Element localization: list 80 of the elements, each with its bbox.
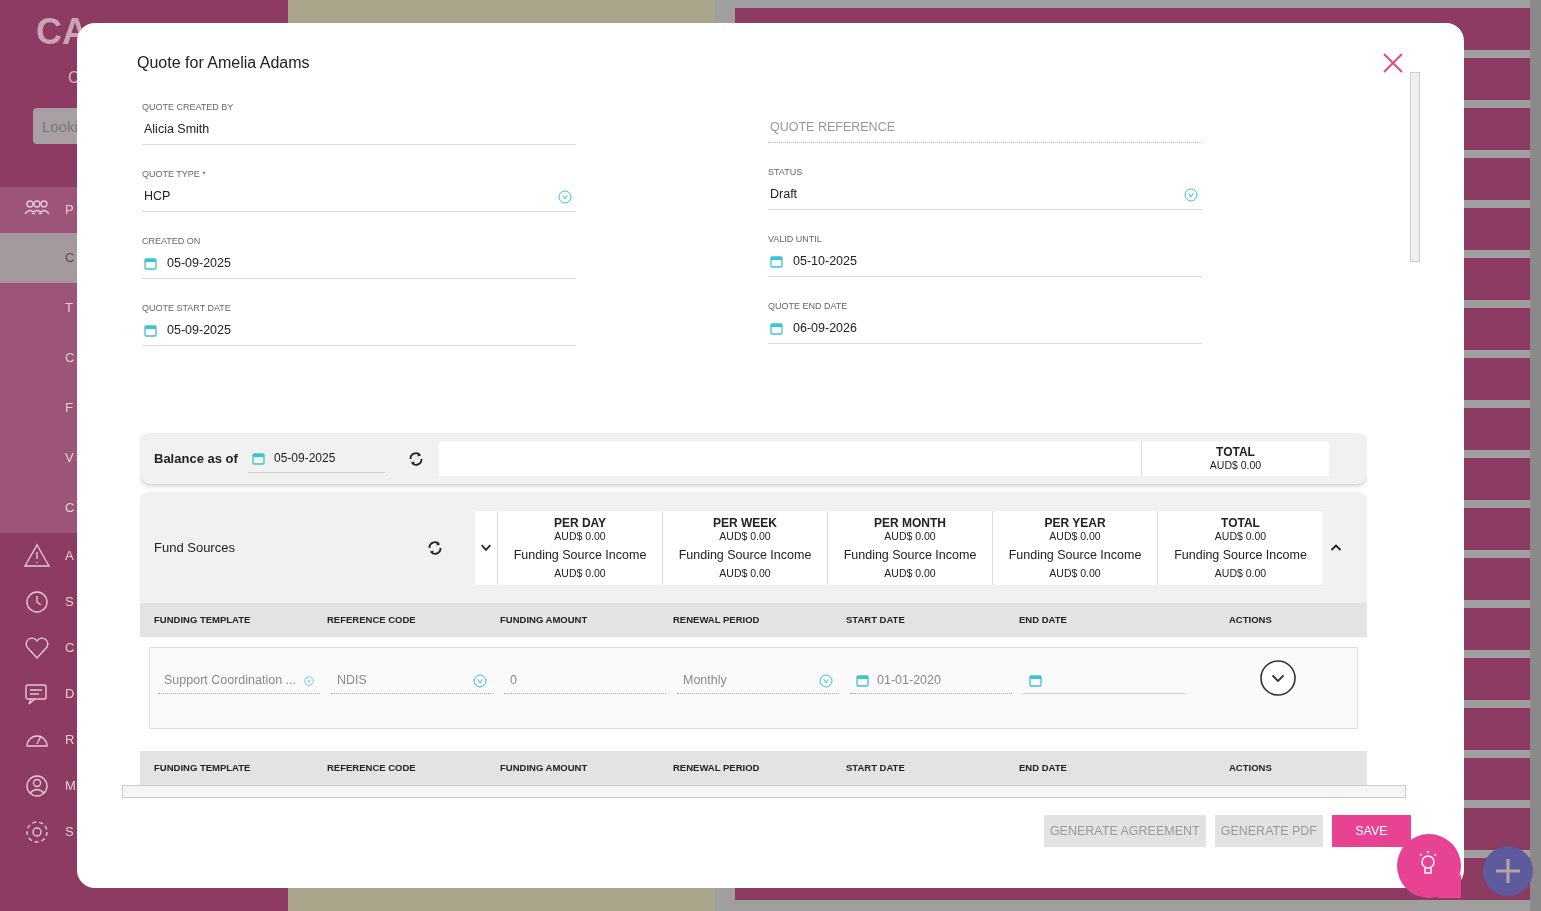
dropdown-icon[interactable] xyxy=(473,673,487,688)
clock-icon[interactable] xyxy=(23,588,51,616)
column-header: FUNDING TEMPLATE xyxy=(154,612,252,627)
fund-sources-title: Fund Sources xyxy=(154,538,236,557)
summary-amount: AUD$ 0.00 xyxy=(719,529,771,543)
income-amount: AUD$ 0.00 xyxy=(719,566,771,580)
dropdown-icon[interactable] xyxy=(1184,187,1198,202)
row-field[interactable]: 0 xyxy=(504,668,666,694)
form-field[interactable]: Alicia Smith xyxy=(142,115,576,145)
field-label: STATUS xyxy=(768,166,804,179)
summary-heading: PER YEAR xyxy=(1044,515,1106,530)
calendar-icon[interactable] xyxy=(144,257,157,270)
income-label: Funding Source Income xyxy=(843,546,977,564)
calendar-icon[interactable] xyxy=(856,674,869,687)
form-field: QUOTE REFERENCE xyxy=(768,113,1202,143)
summary-heading: PER DAY xyxy=(553,515,607,530)
gear-icon[interactable] xyxy=(23,818,51,846)
column-header: ACTIONS xyxy=(1229,760,1272,775)
total-amount: AUD$ 0.00 xyxy=(1209,459,1262,472)
dropdown-icon[interactable] xyxy=(819,673,833,688)
form-field[interactable]: Draft xyxy=(768,180,1202,210)
form-field[interactable]: 06-09-2026 xyxy=(768,314,1202,344)
column-header: END DATE xyxy=(1019,760,1068,775)
field-label: QUOTE CREATED BY xyxy=(142,101,235,114)
dropdown-icon[interactable] xyxy=(304,673,314,688)
warning-icon[interactable] xyxy=(23,542,51,570)
refresh-icon[interactable] xyxy=(426,538,444,557)
income-label: Funding Source Income xyxy=(513,546,647,564)
column-header: END DATE xyxy=(1019,612,1068,627)
column-header: RENEWAL PERIOD xyxy=(673,612,761,627)
calendar-icon[interactable] xyxy=(770,255,783,268)
income-amount: AUD$ 0.00 xyxy=(554,566,606,580)
calendar-icon[interactable] xyxy=(144,324,157,337)
income-label: Funding Source Income xyxy=(1008,546,1142,564)
dropdown-icon[interactable] xyxy=(558,189,572,204)
expand-row-icon[interactable] xyxy=(1259,659,1297,697)
close-icon[interactable] xyxy=(1382,52,1404,74)
column-header: START DATE xyxy=(846,760,906,775)
balance-label: Balance as of xyxy=(154,449,239,468)
income-amount: AUD$ 0.00 xyxy=(1049,566,1101,580)
balance-date-field[interactable]: 05-09-2025 xyxy=(248,444,385,473)
calendar-icon[interactable] xyxy=(1029,674,1042,687)
column-header: FUNDING TEMPLATE xyxy=(154,760,252,775)
field-label: QUOTE TYPE * xyxy=(142,168,207,181)
column-header: ACTIONS xyxy=(1229,612,1272,627)
calendar-icon[interactable] xyxy=(770,322,783,335)
field-label: VALID UNTIL xyxy=(768,233,823,246)
heart-icon[interactable] xyxy=(23,634,51,662)
summary-heading: PER MONTH xyxy=(874,515,946,530)
column-header: FUNDING AMOUNT xyxy=(500,760,589,775)
calendar-icon[interactable] xyxy=(252,451,265,465)
income-amount: AUD$ 0.00 xyxy=(884,566,936,580)
field-label: QUOTE END DATE xyxy=(768,300,849,313)
refresh-icon[interactable] xyxy=(407,449,425,468)
summary-amount: AUD$ 0.00 xyxy=(554,529,606,543)
income-label: Funding Source Income xyxy=(1174,546,1307,564)
summary-amount: AUD$ 0.00 xyxy=(1214,529,1267,543)
column-header: START DATE xyxy=(846,612,906,627)
field-label: QUOTE START DATE xyxy=(142,302,232,315)
form-field[interactable]: 05-09-2025 xyxy=(142,316,576,346)
form-field[interactable]: HCP xyxy=(142,182,576,212)
summary-heading: PER WEEK xyxy=(713,515,777,530)
add-button[interactable] xyxy=(1483,846,1533,896)
income-amount: AUD$ 0.00 xyxy=(1214,566,1267,580)
user-icon[interactable] xyxy=(23,772,51,800)
dialog-title: Quote for Amelia Adams xyxy=(137,53,310,73)
column-header: FUNDING AMOUNT xyxy=(500,612,589,627)
total-heading: TOTAL xyxy=(1216,445,1255,459)
field-label: CREATED ON xyxy=(142,235,202,248)
action-button[interactable]: SAVE xyxy=(1332,815,1411,847)
column-header: REFERENCE CODE xyxy=(327,760,417,775)
lightbulb-button[interactable] xyxy=(1397,834,1461,898)
column-header: RENEWAL PERIOD xyxy=(673,760,761,775)
form-field[interactable]: 05-09-2025 xyxy=(142,249,576,279)
income-label: Funding Source Income xyxy=(678,546,812,564)
summary-amount: AUD$ 0.00 xyxy=(884,529,936,543)
summary-heading: TOTAL xyxy=(1221,515,1260,530)
column-header: REFERENCE CODE xyxy=(327,612,417,627)
form-field[interactable]: 05-10-2025 xyxy=(768,247,1202,277)
summary-amount: AUD$ 0.00 xyxy=(1049,529,1101,543)
